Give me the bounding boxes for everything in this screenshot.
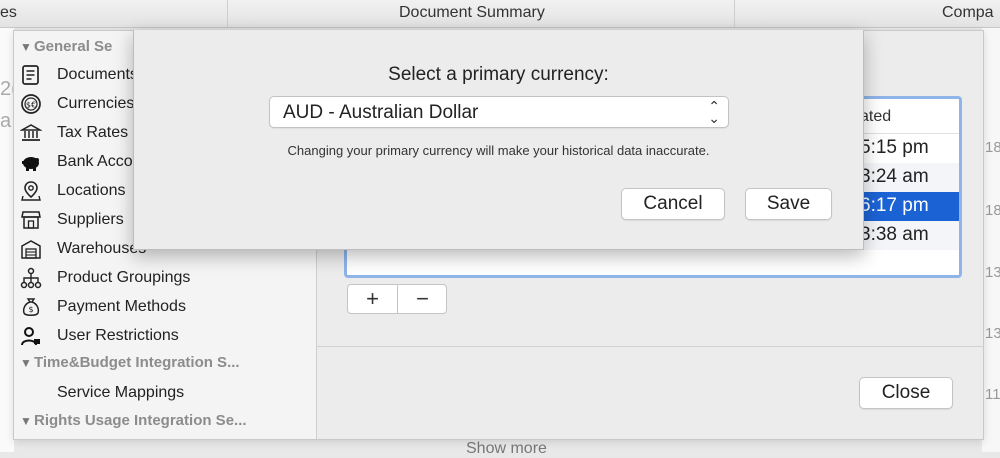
user-lock-icon: [21, 327, 40, 346]
svg-text:$€: $€: [26, 101, 36, 110]
sidebar-item-payment-methods[interactable]: $ Payment Methods: [20, 294, 310, 322]
column-header-bar: es Document Summary Compa: [0, 0, 1000, 28]
background-left-strip: 2( a: [0, 28, 18, 452]
hierarchy-icon: [20, 267, 42, 289]
sidebar-section-time-budget[interactable]: ▼ Time&Budget Integration S...: [20, 354, 240, 371]
sidebar-section-general[interactable]: ▼ General Se: [20, 38, 112, 55]
add-button[interactable]: +: [348, 285, 397, 313]
currency-select-value: AUD - Australian Dollar: [283, 102, 479, 123]
sidebar-item-label: Locations: [57, 182, 126, 199]
currency-icon: $€: [21, 94, 41, 114]
document-icon: [22, 65, 39, 85]
warehouse-icon: [21, 240, 41, 259]
chevron-up-down-icon: ⌃ ⌄: [708, 98, 720, 126]
disclosure-triangle-icon[interactable]: ▼: [20, 40, 34, 54]
background-value: 13: [985, 264, 1000, 281]
cancel-button[interactable]: Cancel: [621, 188, 725, 220]
svg-text:$: $: [28, 305, 33, 314]
sidebar-section-rights-usage[interactable]: ▼ Rights Usage Integration Se...: [20, 412, 247, 429]
piggy-bank-icon: [22, 157, 39, 171]
sidebar-item-label: Product Groupings: [57, 269, 191, 286]
background-value: 13: [985, 325, 1000, 342]
sidebar-item-label: Documents: [57, 66, 138, 83]
sidebar-item-label: Payment Methods: [57, 298, 186, 315]
sidebar-item-product-groupings[interactable]: Product Groupings: [20, 265, 310, 293]
column-divider: [734, 0, 735, 27]
column-header-document-summary[interactable]: Document Summary: [399, 4, 545, 22]
column-header-left[interactable]: es: [0, 4, 17, 22]
save-button[interactable]: Save: [745, 188, 832, 220]
background-value: 18: [985, 202, 1000, 219]
sidebar-item-label: User Restrictions: [57, 327, 179, 344]
divider: [317, 346, 983, 347]
remove-button[interactable]: −: [398, 285, 447, 313]
store-icon: [21, 211, 41, 229]
sidebar-item-label: Suppliers: [57, 211, 124, 228]
bank-icon: [20, 124, 42, 141]
disclosure-triangle-icon[interactable]: ▼: [20, 414, 34, 428]
sidebar-item-label: Currencies: [57, 95, 135, 112]
list-header-updated: ated: [860, 108, 892, 125]
background-fragment: a: [0, 110, 12, 132]
sidebar-item-label: Service Mappings: [57, 384, 185, 401]
background-value: 11: [985, 386, 1000, 403]
currency-select[interactable]: AUD - Australian Dollar ⌃ ⌄: [269, 96, 729, 128]
money-bag-icon: $: [22, 298, 40, 316]
background-right-strip: 18 18 13 13 11: [982, 28, 1000, 452]
show-more-link[interactable]: Show more: [466, 440, 547, 458]
sidebar-item-user-restrictions[interactable]: User Restrictions: [20, 323, 310, 351]
add-remove-control: + −: [347, 284, 447, 314]
warning-text: Changing your primary currency will make…: [287, 143, 710, 158]
sidebar-item-service-mappings[interactable]: Service Mappings: [20, 380, 310, 408]
select-currency-sheet: Select a primary currency: AUD - Austral…: [133, 30, 864, 250]
background-value: 18: [985, 139, 1000, 156]
column-header-right[interactable]: Compa: [942, 4, 994, 22]
close-button[interactable]: Close: [859, 377, 953, 409]
disclosure-triangle-icon[interactable]: ▼: [20, 356, 34, 370]
sidebar-item-label: Tax Rates: [57, 124, 129, 141]
column-divider: [227, 0, 228, 27]
sheet-title: Select a primary currency:: [388, 64, 609, 85]
location-pin-icon: [21, 181, 41, 201]
